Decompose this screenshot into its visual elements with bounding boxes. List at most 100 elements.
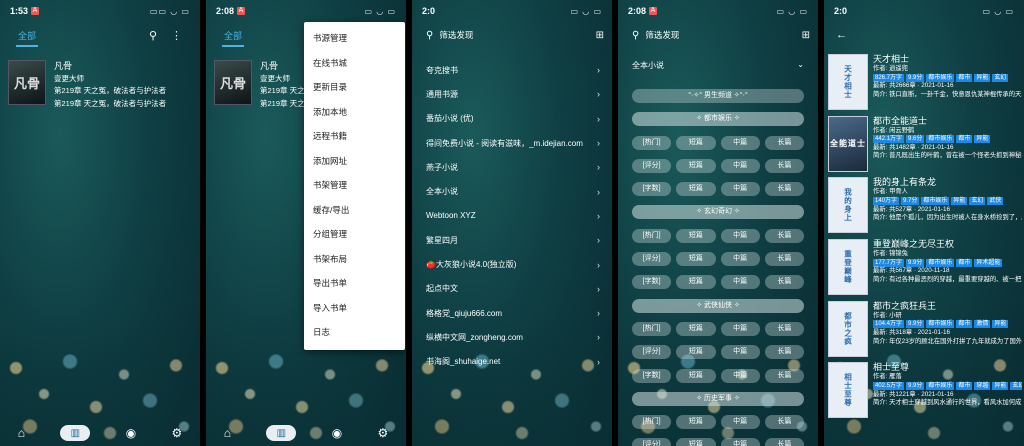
category-pill[interactable]: 中篇 <box>720 368 760 383</box>
category-pill[interactable]: 长篇 <box>764 368 804 383</box>
category-pill[interactable]: 长篇 <box>764 321 804 336</box>
category-pill[interactable]: 短篇 <box>676 438 716 446</box>
category-pill[interactable]: [热门] <box>632 228 672 243</box>
category-pill[interactable]: 中篇 <box>720 158 760 173</box>
category-pill[interactable]: 短篇 <box>676 135 716 150</box>
category-pill[interactable]: [热门] <box>632 415 672 430</box>
category-pill[interactable]: [评分] <box>632 345 672 360</box>
menu-item-log[interactable]: 日志 <box>304 320 405 345</box>
menu-item-import-list[interactable]: 导入书单 <box>304 296 405 321</box>
category-pill[interactable]: [热门] <box>632 321 672 336</box>
category-pill[interactable]: 长篇 <box>764 415 804 430</box>
category-pill[interactable]: 长篇 <box>764 135 804 150</box>
category-pill[interactable]: 短篇 <box>676 345 716 360</box>
home-icon[interactable]: ⌂ <box>18 426 25 440</box>
discover-search-bar[interactable]: ⚲ 筛选发现 ⊞ <box>632 24 810 46</box>
menu-item-export-list[interactable]: 导出书单 <box>304 271 405 296</box>
category-pill[interactable]: 中篇 <box>720 345 760 360</box>
source-item[interactable]: 通用书源 › <box>412 82 612 106</box>
book-list-item[interactable]: 都市之疯 都市之疯狂兵王 作者: 小研 104.4万字 9.9分 都市娱乐 都市 激情 异能 最新… <box>828 299 1022 361</box>
category-pill[interactable]: [字数] <box>632 182 672 197</box>
back-arrow-icon[interactable]: ← <box>836 29 847 41</box>
category-pill[interactable]: 长篇 <box>764 182 804 197</box>
home-icon[interactable]: ⌂ <box>224 426 231 440</box>
category-pill[interactable]: 短篇 <box>676 275 716 290</box>
source-item[interactable]: 得间免费小说 - 阅读有滋味，_m.idejian.com › <box>412 131 612 155</box>
category-pill[interactable]: ✧ 都市娱乐 ✧ <box>632 112 804 127</box>
discover-search-bar[interactable]: ⚲ 筛选发现 ⊞ <box>426 24 604 46</box>
menu-item-online-store[interactable]: 在线书城 <box>304 51 405 76</box>
source-item[interactable]: 全本小说 › <box>412 179 612 203</box>
category-pill[interactable]: [评分] <box>632 158 672 173</box>
menu-item-shelf-layout[interactable]: 书架布局 <box>304 247 405 272</box>
category-pill[interactable]: 短篇 <box>676 321 716 336</box>
group-filter-icon[interactable]: ⊞ <box>802 30 810 41</box>
category-pill[interactable]: 中篇 <box>720 252 760 267</box>
book-list-item[interactable]: 重登巅峰 重登巅峰之无尽王权 作者: 锦锦兔 177.7万字 9.9分 都市娱乐 都市 异术超… <box>828 237 1022 299</box>
category-pill[interactable]: 中篇 <box>720 275 760 290</box>
source-item[interactable]: 燕子小说 › <box>412 155 612 179</box>
category-pill[interactable]: 中篇 <box>720 228 760 243</box>
category-pill[interactable]: 长篇 <box>764 345 804 360</box>
category-pill[interactable]: °·✧° 男生频道 ✧°·° <box>632 89 804 103</box>
category-pill[interactable]: 中篇 <box>720 415 760 430</box>
explore-icon[interactable]: ◉ <box>332 426 342 440</box>
source-item[interactable]: 起点中文 › <box>412 277 612 301</box>
explore-icon[interactable]: ◉ <box>126 426 136 440</box>
source-item[interactable]: 🍅大灰狼小说4.0(独立版) › <box>412 252 612 276</box>
source-item[interactable]: 书海阁_shuhaige.net › <box>412 350 612 374</box>
book-list-item[interactable]: 相士至尊 相士至尊 作者: 雁落 402.5万字 9.9分 都市娱乐 都市 穿越 异能 玄幻 最新:… <box>828 360 1022 422</box>
category-pill[interactable]: 中篇 <box>720 182 760 197</box>
book-list-item[interactable]: 我的身上 我的身上有条龙 作者: 甲骨人 140万字 9.7分 都市娱乐 异能 玄幻 武侠 最新:… <box>828 175 1022 237</box>
bookshelf-item[interactable]: 凡骨 凡骨 壹更大师 第219章 天之冤，破法者与护法者 第219章 天之冤，破… <box>8 60 192 108</box>
category-pill[interactable]: 中篇 <box>720 438 760 446</box>
category-pill[interactable]: ✧ 历史军事 ✧ <box>632 391 804 406</box>
category-pill[interactable]: [字数] <box>632 368 672 383</box>
settings-icon[interactable]: ⚙ <box>378 426 389 440</box>
source-item[interactable]: 格格党_qiuju666.com › <box>412 301 612 325</box>
menu-item-shelf-manage[interactable]: 书架管理 <box>304 173 405 198</box>
tab-all[interactable]: 全部 <box>15 29 39 47</box>
menu-item-group-manage[interactable]: 分组管理 <box>304 222 405 247</box>
bookshelf-icon[interactable]: ▥ <box>266 425 297 441</box>
category-pill[interactable]: 短篇 <box>676 368 716 383</box>
category-pill[interactable]: 中篇 <box>720 135 760 150</box>
category-pill[interactable]: [热门] <box>632 135 672 150</box>
category-pill[interactable]: 中篇 <box>720 321 760 336</box>
category-pill[interactable]: 长篇 <box>764 228 804 243</box>
category-pill[interactable]: ✧ 武侠仙侠 ✧ <box>632 298 804 313</box>
group-filter-icon[interactable]: ⊞ <box>596 30 604 41</box>
category-pill[interactable]: 长篇 <box>764 158 804 173</box>
source-header[interactable]: 全本小说 ⌄ <box>632 60 804 71</box>
category-pill[interactable]: [字数] <box>632 275 672 290</box>
menu-item-source-manage[interactable]: 书源管理 <box>304 26 405 51</box>
source-item[interactable]: 纵横中文网_zongheng.com › <box>412 325 612 349</box>
category-pill[interactable]: 短篇 <box>676 252 716 267</box>
category-pill[interactable]: [评分] <box>632 252 672 267</box>
more-menu-icon[interactable]: ⋮ <box>171 29 182 42</box>
menu-item-add-local[interactable]: 添加本地 <box>304 100 405 125</box>
menu-item-remote-books[interactable]: 远程书籍 <box>304 124 405 149</box>
category-pill[interactable]: 短篇 <box>676 182 716 197</box>
menu-item-cache-export[interactable]: 缓存/导出 <box>304 198 405 223</box>
menu-item-update-toc[interactable]: 更新目录 <box>304 75 405 100</box>
category-pill[interactable]: 短篇 <box>676 415 716 430</box>
source-item[interactable]: 夸克搜书 › <box>412 58 612 82</box>
category-pill[interactable]: ✧ 玄幻奇幻 ✧ <box>632 205 804 220</box>
category-pill[interactable]: 短篇 <box>676 228 716 243</box>
source-item[interactable]: 繁星四月 › <box>412 228 612 252</box>
settings-icon[interactable]: ⚙ <box>172 426 183 440</box>
source-item[interactable]: 番茄小说 (优) › <box>412 107 612 131</box>
bookshelf-icon[interactable]: ▥ <box>60 425 91 441</box>
menu-item-add-url[interactable]: 添加网址 <box>304 149 405 174</box>
search-icon[interactable]: ⚲ <box>149 29 157 42</box>
category-pill[interactable]: 短篇 <box>676 158 716 173</box>
category-pill[interactable]: 长篇 <box>764 275 804 290</box>
category-pill[interactable]: [评分] <box>632 438 672 446</box>
book-list-item[interactable]: 全能道士 都市全能道士 作者: 闲云野鹤 442.1万字 9.6分 都市娱乐 都市 异能 最新:… <box>828 114 1022 176</box>
category-pill[interactable]: 长篇 <box>764 438 804 446</box>
tab-all[interactable]: 全部 <box>221 29 245 47</box>
category-pill[interactable]: 长篇 <box>764 252 804 267</box>
book-list-item[interactable]: 天才相士 天才相士 作者: 逍遥兜 826.7万字 9.9分 都市娱乐 都市 异能 玄幻 最新: … <box>828 52 1022 114</box>
source-item[interactable]: Webtoon XYZ › <box>412 204 612 228</box>
